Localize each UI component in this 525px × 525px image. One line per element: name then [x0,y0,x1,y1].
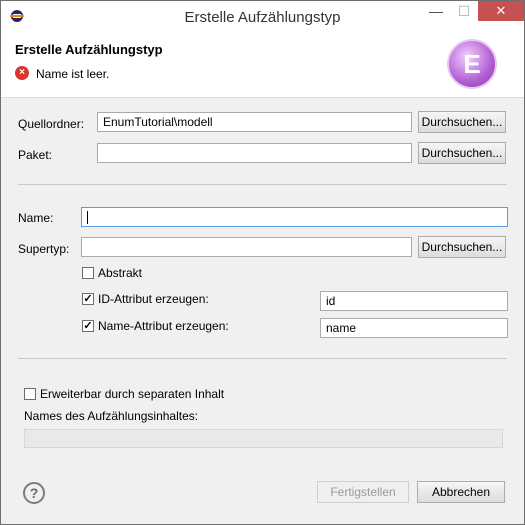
id-attribute-checkbox[interactable]: ✓ [82,293,94,305]
name-field[interactable] [81,207,508,227]
package-label: Paket: [18,148,53,162]
supertype-browse-button[interactable]: Durchsuchen... [418,236,506,258]
dialog-window: Erstelle Aufzählungstyp — ☐ ✕ Erstelle A… [0,0,525,525]
extensible-checkbox[interactable] [24,388,36,400]
error-message: Name ist leer. [36,67,110,81]
separator [18,184,507,185]
wizard-title: Erstelle Aufzählungstyp [15,42,163,57]
supertype-label: Supertyp: [18,242,70,256]
close-button[interactable]: ✕ [478,1,524,21]
extensible-label: Erweiterbar durch separaten Inhalt [40,387,225,401]
source-folder-browse-button[interactable]: Durchsuchen... [418,111,506,133]
enum-wizard-icon: E [447,39,497,89]
finish-button[interactable]: Fertigstellen [317,481,409,503]
separator [18,358,507,359]
name-label: Name: [18,211,54,225]
package-field[interactable] [97,143,412,163]
source-folder-label: Quellordner: [18,117,85,131]
name-attribute-field[interactable]: name [320,318,508,338]
content-names-label: Names des Aufzählungsinhaltes: [24,409,199,423]
abstract-label: Abstrakt [98,266,143,280]
cancel-button[interactable]: Abbrechen [417,481,505,503]
content-names-field[interactable] [24,429,503,448]
wizard-header: Erstelle Aufzählungstyp × Name ist leer.… [1,32,524,98]
help-icon[interactable]: ? [23,482,45,504]
text-caret [87,211,88,225]
supertype-field[interactable] [81,237,412,257]
abstract-checkbox[interactable] [82,267,94,279]
name-attribute-checkbox[interactable]: ✓ [82,320,94,332]
error-icon: × [15,66,29,80]
id-attribute-field[interactable]: id [320,291,508,311]
source-folder-field[interactable]: EnumTutorial\modell [97,112,412,132]
maximize-button[interactable]: ☐ [450,1,478,21]
minimize-button[interactable]: — [422,1,450,21]
package-browse-button[interactable]: Durchsuchen... [418,142,506,164]
name-attribute-label: Name-Attribut erzeugen: [98,319,229,333]
title-bar: Erstelle Aufzählungstyp — ☐ ✕ [1,1,524,32]
id-attribute-label: ID-Attribut erzeugen: [98,292,209,306]
